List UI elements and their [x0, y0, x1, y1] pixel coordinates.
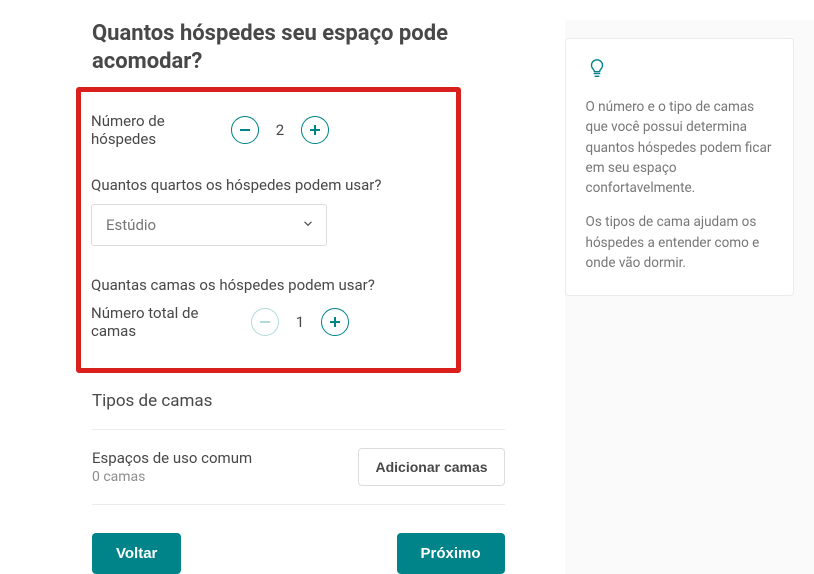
add-beds-button[interactable]: Adicionar camas [358, 448, 504, 486]
bedrooms-select-wrap: Estúdio [91, 204, 327, 246]
next-button[interactable]: Próximo [397, 533, 505, 574]
bedrooms-selected-value: Estúdio [106, 216, 156, 234]
beds-question: Quantas camas os hóspedes podem usar? [91, 276, 446, 294]
guests-decrement-button[interactable] [231, 116, 259, 144]
tip-paragraph-1: O número e o tipo de camas que você poss… [586, 97, 773, 198]
beds-increment-button[interactable] [321, 308, 349, 336]
plus-icon [310, 125, 320, 135]
beds-label: Número total de camas [91, 304, 231, 340]
common-spaces-subtitle: 0 camas [92, 469, 252, 485]
back-button[interactable]: Voltar [92, 533, 181, 574]
sidebar: O número e o tipo de camas que você poss… [565, 20, 814, 574]
beds-block: Quantas camas os hóspedes podem usar? Nú… [91, 276, 446, 340]
guests-increment-button[interactable] [301, 116, 329, 144]
bedrooms-question: Quantos quartos os hóspedes podem usar? [91, 176, 446, 194]
common-spaces-text: Espaços de uso comum 0 camas [92, 449, 252, 485]
lightbulb-icon [586, 57, 773, 83]
page-title: Quantos hóspedes seu espaço pode acomoda… [92, 20, 505, 75]
guests-row: Número de hóspedes 2 [91, 112, 446, 148]
highlighted-section: Número de hóspedes 2 Quantos quartos os … [76, 87, 461, 373]
nav-row: Voltar Próximo [92, 533, 505, 574]
common-spaces-title: Espaços de uso comum [92, 449, 252, 467]
tip-paragraph-2: Os tipos de cama ajudam os hóspedes a en… [586, 212, 773, 273]
tip-card: O número e o tipo de camas que você poss… [565, 38, 794, 296]
beds-stepper: 1 [251, 308, 349, 336]
guests-label: Número de hóspedes [91, 112, 231, 148]
beds-decrement-button[interactable] [251, 308, 279, 336]
minus-icon [240, 129, 250, 131]
divider [92, 504, 505, 505]
bed-types-title: Tipos de camas [92, 391, 505, 411]
bedrooms-select[interactable]: Estúdio [91, 204, 327, 246]
plus-icon [330, 317, 340, 327]
beds-row: Número total de camas 1 [91, 304, 446, 340]
guests-stepper: 2 [231, 116, 329, 144]
beds-value: 1 [279, 313, 321, 331]
main-form: Quantos hóspedes seu espaço pode acomoda… [92, 20, 505, 574]
minus-icon [260, 321, 270, 323]
common-spaces-row: Espaços de uso comum 0 camas Adicionar c… [92, 430, 505, 504]
guests-value: 2 [259, 121, 301, 139]
